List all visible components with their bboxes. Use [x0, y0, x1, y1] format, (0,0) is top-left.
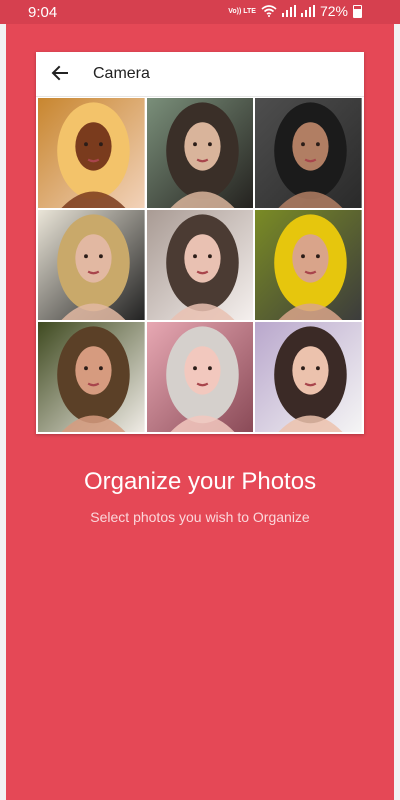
photo-image: [38, 322, 145, 432]
photo-image: [38, 98, 145, 208]
signal-icon-2: [300, 5, 315, 17]
toolbar-title: Camera: [93, 65, 150, 82]
headline: Organize your Photos: [83, 468, 317, 495]
status-time: 9:04: [28, 4, 58, 21]
status-icons: Vo)) LTE 72%: [228, 3, 362, 19]
photo-thumbnail[interactable]: [146, 98, 254, 208]
photo-thumbnail[interactable]: [255, 98, 362, 208]
volte-badge: Vo)) LTE: [228, 7, 256, 15]
subline: Select photos you wish to Organize: [90, 509, 310, 525]
signal-icon: [281, 5, 296, 17]
photo-thumbnail[interactable]: [255, 322, 362, 432]
screen-edge-right: [394, 24, 400, 800]
photo-thumbnail[interactable]: [38, 98, 145, 208]
photo-thumbnail[interactable]: [38, 322, 145, 432]
photo-thumbnail[interactable]: [38, 210, 145, 320]
photo-image: [255, 322, 362, 432]
battery-icon: [353, 4, 362, 18]
photo-thumbnail[interactable]: [146, 210, 254, 320]
app-screen: Camera Organize your Photos Select photo…: [6, 24, 394, 800]
photo-image: [146, 210, 254, 320]
battery-percent: 72%: [319, 3, 348, 19]
photo-image: [255, 98, 362, 208]
photo-image: [146, 322, 254, 432]
status-bar: 9:04 Vo)) LTE 72%: [0, 0, 400, 24]
photo-image: [255, 210, 362, 320]
arrow-back-icon[interactable]: [50, 63, 70, 83]
toolbar: Camera: [36, 52, 364, 97]
wifi-icon: [261, 5, 277, 17]
photo-image: [38, 210, 145, 320]
photo-picker-card: Camera: [36, 52, 364, 434]
photo-thumbnail[interactable]: [255, 210, 362, 320]
photo-thumbnail[interactable]: [146, 322, 254, 432]
photo-grid: [38, 98, 362, 432]
photo-image: [146, 98, 254, 208]
